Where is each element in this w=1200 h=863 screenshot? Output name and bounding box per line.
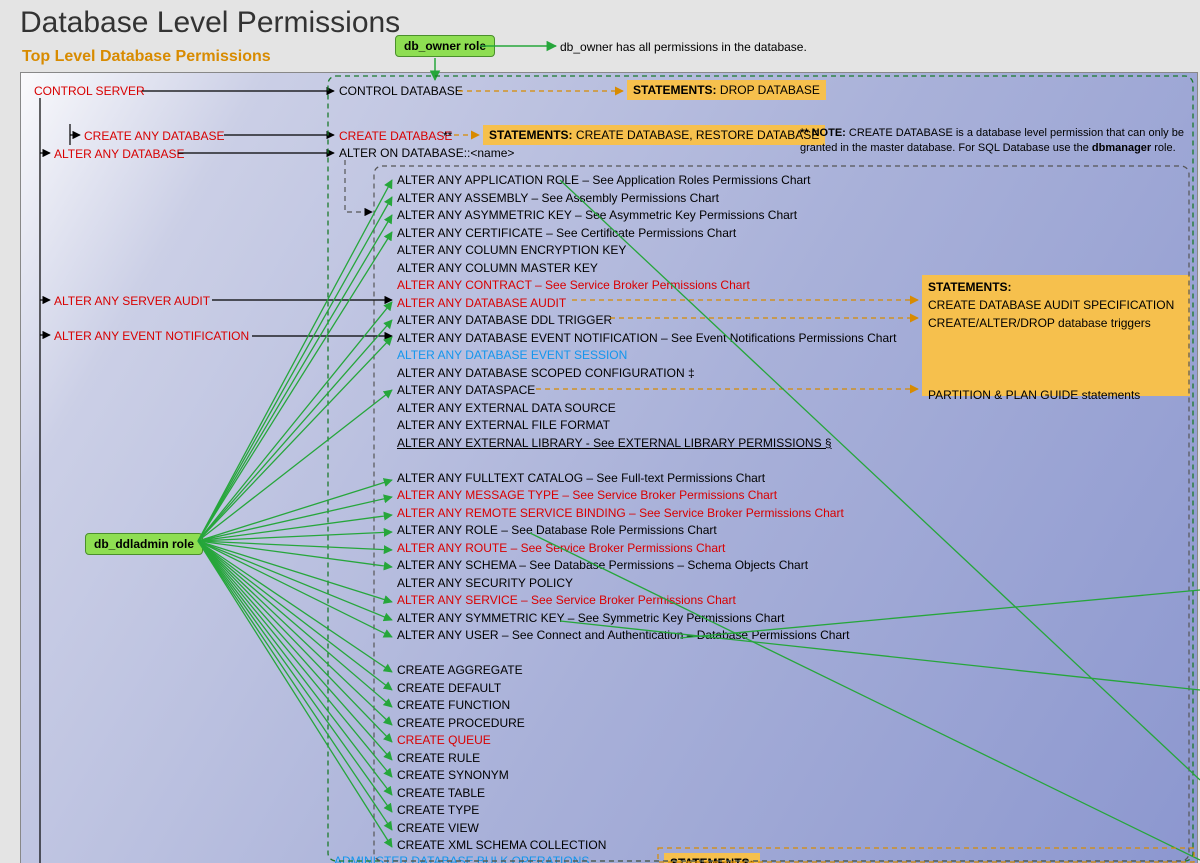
connectors [0, 0, 1200, 863]
